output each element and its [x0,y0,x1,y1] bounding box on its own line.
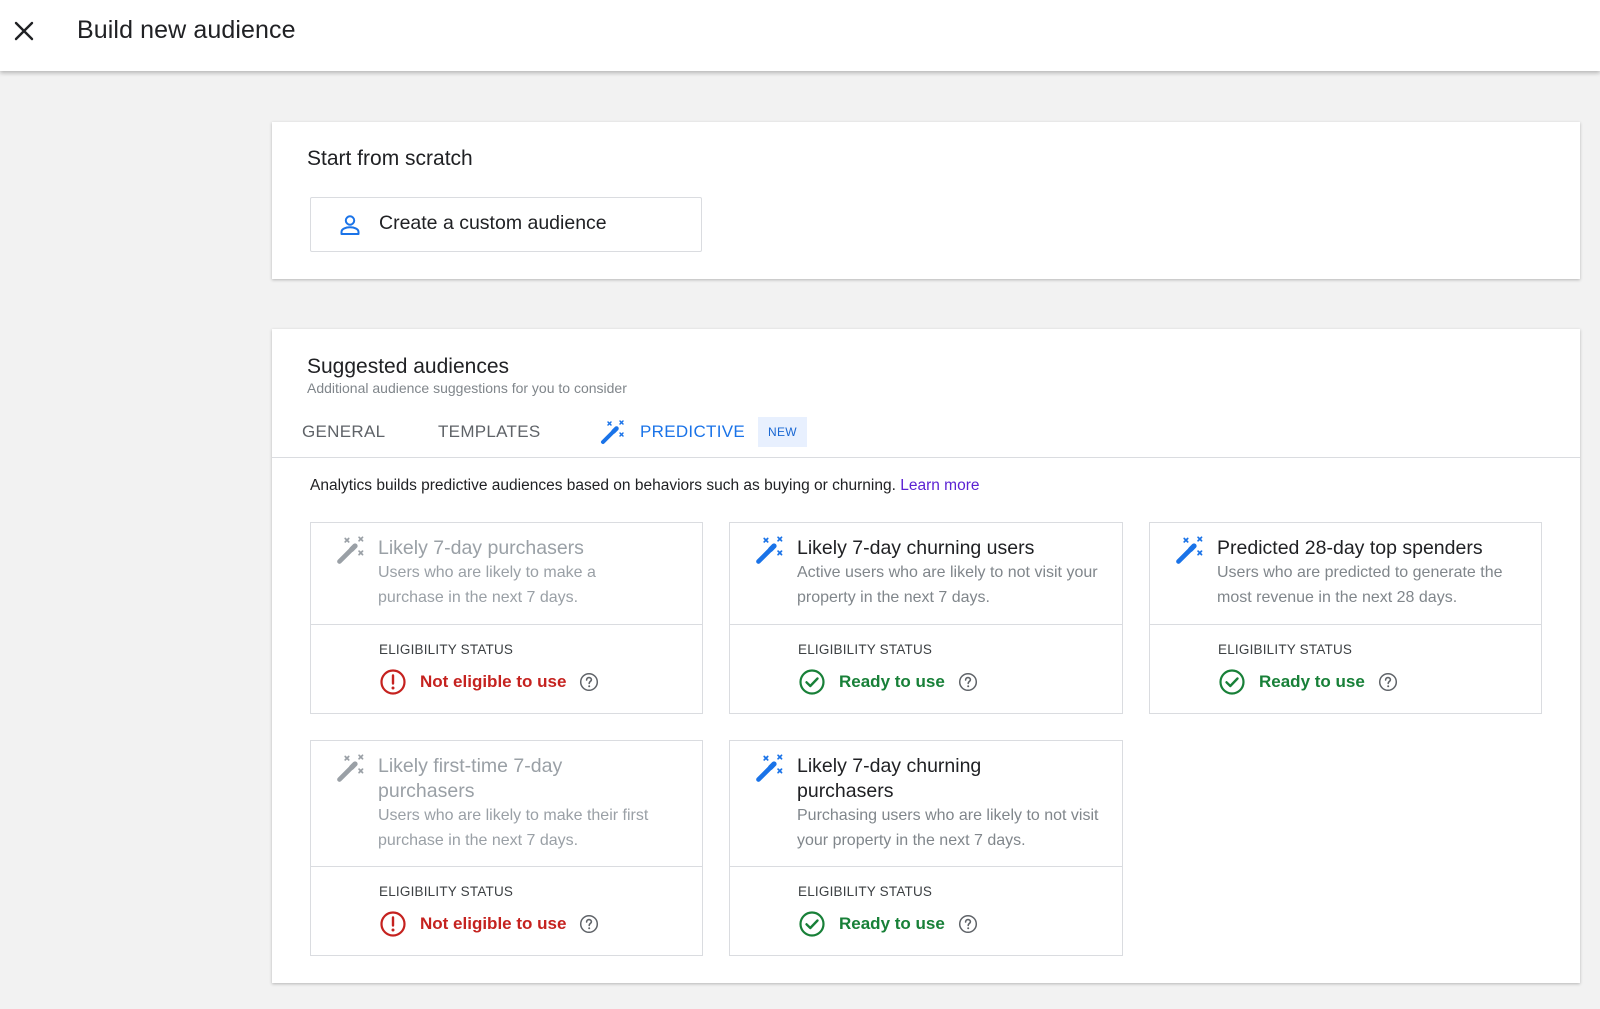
tab-label: PREDICTIVE [640,422,746,441]
close-button[interactable] [10,17,38,45]
check-circle-icon [799,911,825,937]
help-icon[interactable] [579,672,599,692]
magic-wand-icon [337,754,364,782]
eligibility-status: Not eligible to use [379,910,599,938]
top-bar: Build new audience [0,0,1600,71]
audience-name: Likely first-time 7-day purchasers [378,755,563,802]
eligibility-status: Not eligible to use [379,668,599,696]
status-text: Ready to use [839,672,945,691]
magic-wand-icon [756,754,783,782]
eligibility-status: Ready to use [798,910,978,938]
magic-wand-icon [756,536,783,564]
status-text: Ready to use [839,914,945,933]
person-icon [340,215,360,235]
audience-description: Purchasing users who are likely to not v… [797,807,1099,849]
eligibility-label: ELIGIBILITY STATUS [379,642,514,657]
status-text: Ready to use [1259,672,1365,691]
audience-description: Users who are predicted to generate the … [1217,564,1503,606]
card-header: Likely 7-day churning users Active users… [730,523,1122,625]
audience-card-likely-7-day-churning-users[interactable]: Likely 7-day churning users Active users… [729,522,1123,714]
status-text: Not eligible to use [420,672,567,691]
tab-predictive[interactable]: PREDICTIVE NEW [600,407,807,457]
audience-card-predicted-28-day-top-spenders[interactable]: Predicted 28-day top spenders Users who … [1149,522,1542,714]
help-icon[interactable] [958,914,978,934]
eligibility-status: Ready to use [798,668,978,696]
start-from-scratch-card: Start from scratch Create a custom audie… [272,122,1580,279]
audience-description: Active users who are likely to not visit… [797,564,1098,606]
help-icon[interactable] [579,914,599,934]
tab-general[interactable]: GENERAL [302,407,385,457]
eligibility-label: ELIGIBILITY STATUS [798,884,933,899]
check-circle-icon [1219,669,1245,695]
predictive-description: Analytics builds predictive audiences ba… [310,477,979,495]
card-header: Likely first-time 7-day purchasers Users… [311,741,702,867]
audience-description: Users who are likely to make a purchase … [378,564,596,606]
help-icon[interactable] [1378,672,1398,692]
create-custom-audience-button[interactable]: Create a custom audience [310,197,702,252]
eligibility-label: ELIGIBILITY STATUS [379,884,514,899]
check-circle-icon [799,669,825,695]
description-text: Analytics builds predictive audiences ba… [310,477,896,494]
section-subtitle: Additional audience suggestions for you … [307,380,627,396]
new-badge: NEW [758,417,807,447]
error-circle-icon [380,911,406,937]
page-title: Build new audience [77,16,296,44]
card-header: Likely 7-day churning purchasers Purchas… [730,741,1122,867]
audience-tabs: GENERAL TEMPLATES PREDICTIVE NEW [272,407,1580,458]
magic-wand-icon [337,536,364,564]
magic-wand-icon [601,420,624,444]
magic-wand-icon [1176,536,1203,564]
create-custom-audience-label: Create a custom audience [379,212,607,234]
audience-card-likely-7-day-churning-purchasers[interactable]: Likely 7-day churning purchasers Purchas… [729,740,1123,956]
audience-name: Likely 7-day purchasers [378,537,584,559]
status-text: Not eligible to use [420,914,567,933]
eligibility-status: Ready to use [1218,668,1398,696]
audience-card-likely-7-day-purchasers[interactable]: Likely 7-day purchasers Users who are li… [310,522,703,714]
tab-label: GENERAL [302,422,386,441]
eligibility-label: ELIGIBILITY STATUS [1218,642,1353,657]
eligibility-label: ELIGIBILITY STATUS [798,642,933,657]
tab-label: TEMPLATES [438,422,541,441]
audience-name: Predicted 28-day top spenders [1217,537,1483,559]
error-circle-icon [380,669,406,695]
suggested-audiences-card: Suggested audiences Additional audience … [272,329,1580,983]
card-header: Likely 7-day purchasers Users who are li… [311,523,702,625]
audience-card-likely-first-time-7-day-purchasers[interactable]: Likely first-time 7-day purchasers Users… [310,740,703,956]
section-title: Suggested audiences [307,355,509,378]
close-icon [14,21,34,41]
audience-name: Likely 7-day churning users [797,537,1035,559]
audience-name: Likely 7-day churning purchasers [797,755,982,802]
learn-more-link[interactable]: Learn more [900,477,979,494]
section-title: Start from scratch [307,147,473,170]
help-icon[interactable] [958,672,978,692]
audience-description: Users who are likely to make their first… [378,807,649,849]
tab-templates[interactable]: TEMPLATES [438,407,541,457]
card-header: Predicted 28-day top spenders Users who … [1150,523,1541,625]
